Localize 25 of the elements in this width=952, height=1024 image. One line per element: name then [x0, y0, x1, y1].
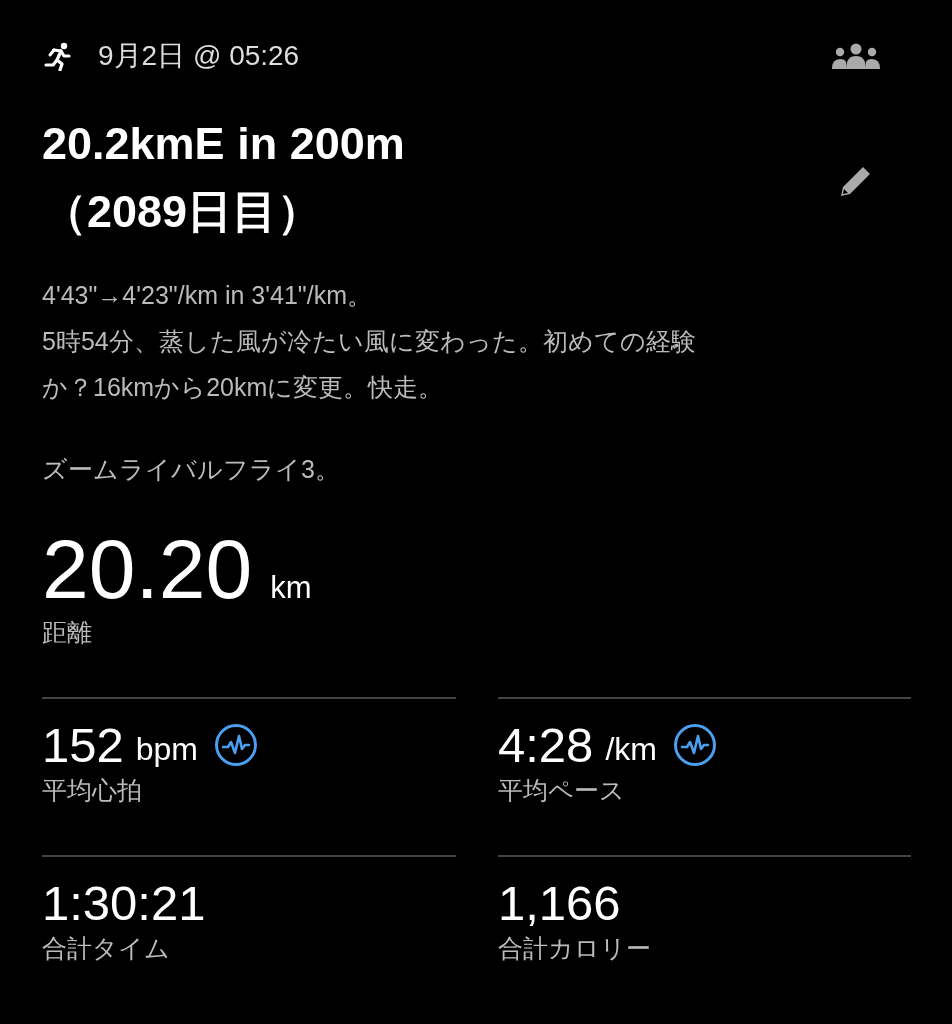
stat-label: 合計タイム: [42, 933, 171, 964]
stat-value: 4:28: [498, 717, 594, 773]
stat-label: 平均ペース: [498, 775, 626, 806]
stat-unit: /km: [605, 730, 657, 768]
group-icon[interactable]: [832, 43, 880, 69]
stat-label: 合計カロリー: [498, 933, 652, 964]
edit-icon[interactable]: [839, 164, 873, 198]
description-text: 5時54分、蒸した風が冷たい風に変わった。初めての経験: [42, 326, 697, 357]
stat-label: 平均心拍: [42, 775, 143, 806]
distance-label: 距離: [42, 617, 93, 648]
distance-value: 20.20: [42, 523, 253, 615]
gear-text: ズームライバルフライ3。: [42, 454, 341, 485]
stat-value: 152: [42, 717, 124, 773]
stat-value: 1:30:21: [42, 875, 206, 931]
distance-unit: km: [270, 570, 312, 606]
runner-icon: [42, 41, 72, 71]
stat-unit: bpm: [135, 730, 198, 768]
activity-title: （2089日目）: [42, 185, 324, 239]
stat-value: 1,166: [498, 875, 621, 931]
description-text: か？16kmから20kmに変更。快走。: [42, 372, 445, 403]
pulse-chart-icon[interactable]: [214, 723, 258, 767]
pulse-chart-icon[interactable]: [672, 723, 717, 767]
description-text: 4'43"→4'23"/km in 3'41"/km。: [42, 280, 373, 311]
activity-title: 20.2kmE in 200m: [42, 117, 405, 171]
activity-date: 9月2日 @ 05:26: [98, 39, 300, 73]
